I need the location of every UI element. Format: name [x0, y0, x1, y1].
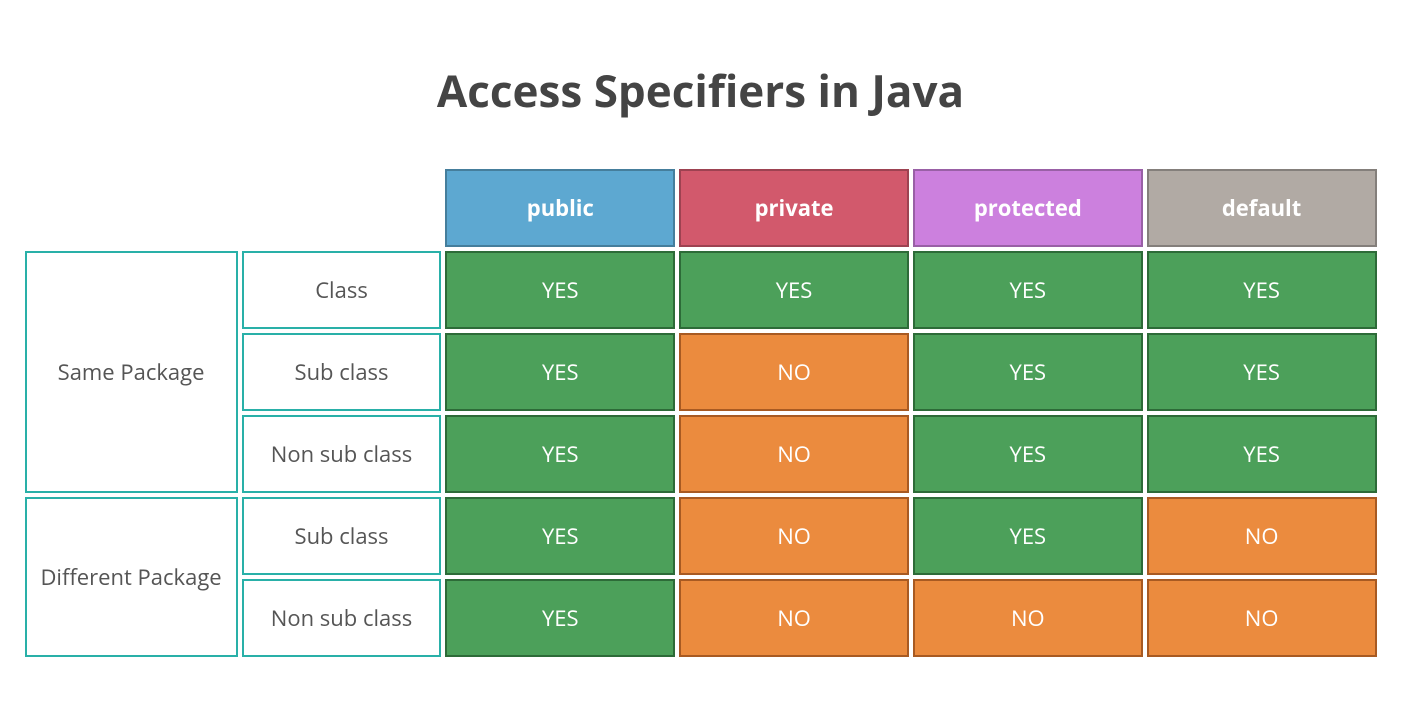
value-cell: NO: [679, 497, 909, 575]
value-cell: NO: [679, 579, 909, 657]
table-row: Same Package Class YES YES YES YES: [25, 251, 1377, 329]
value-cell: YES: [1147, 251, 1377, 329]
page-title: Access Specifiers in Java: [21, 60, 1381, 120]
col-header-default: default: [1147, 169, 1377, 247]
value-cell: YES: [679, 251, 909, 329]
col-header-protected: protected: [913, 169, 1143, 247]
scope-label: Sub class: [242, 333, 442, 411]
value-cell: NO: [1147, 497, 1377, 575]
value-cell: NO: [1147, 579, 1377, 657]
value-cell: YES: [445, 579, 675, 657]
value-cell: NO: [679, 415, 909, 493]
group-same-package: Same Package: [25, 251, 238, 493]
value-cell: YES: [445, 415, 675, 493]
value-cell: YES: [445, 497, 675, 575]
value-cell: YES: [1147, 333, 1377, 411]
scope-label: Non sub class: [242, 415, 442, 493]
group-different-package: Different Package: [25, 497, 238, 657]
scope-label: Sub class: [242, 497, 442, 575]
access-specifiers-table: public private protected default Same Pa…: [21, 165, 1381, 661]
value-cell: NO: [913, 579, 1143, 657]
value-cell: YES: [445, 333, 675, 411]
value-cell: YES: [1147, 415, 1377, 493]
value-cell: NO: [679, 333, 909, 411]
header-row: public private protected default: [25, 169, 1377, 247]
value-cell: YES: [913, 251, 1143, 329]
blank-corner: [25, 169, 442, 247]
scope-label: Non sub class: [242, 579, 442, 657]
scope-label: Class: [242, 251, 442, 329]
col-header-private: private: [679, 169, 909, 247]
value-cell: YES: [445, 251, 675, 329]
value-cell: YES: [913, 497, 1143, 575]
value-cell: YES: [913, 333, 1143, 411]
table-row: Different Package Sub class YES NO YES N…: [25, 497, 1377, 575]
value-cell: YES: [913, 415, 1143, 493]
col-header-public: public: [445, 169, 675, 247]
